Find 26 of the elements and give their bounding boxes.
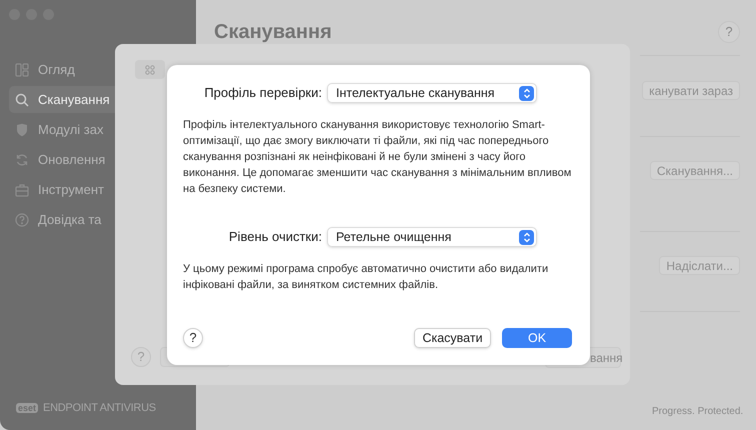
help-button[interactable]: ? [131, 347, 151, 367]
page-title: Сканування [214, 20, 332, 45]
field-label: Профіль перевірки: [203, 84, 322, 102]
dashboard-icon [15, 62, 29, 76]
dropdown[interactable]: Ретельне очищення [327, 227, 537, 247]
shield-icon [15, 122, 29, 136]
scan-now-button[interactable]: канувати зараз [642, 81, 740, 100]
dropdown[interactable]: Інтелектуальне сканування [327, 83, 537, 103]
scan-button[interactable]: Сканування... [650, 161, 740, 180]
ok-button[interactable]: OK [502, 328, 572, 348]
cancel-button[interactable]: Скасувати [414, 328, 491, 348]
help-icon [15, 212, 29, 226]
product-name: ENDPOINT ANTIVIRUS [43, 400, 156, 416]
help-button[interactable]: ? [718, 21, 740, 43]
help-button[interactable]: ? [183, 328, 203, 348]
description: У цьому режимі програма спробує автоматично очистити або видалити інфіковані файли, за винятком системних файлів. [183, 262, 550, 293]
field-label: Рівень очистки: [228, 228, 322, 246]
slogan: Progress. Protected. [652, 405, 744, 419]
chevron-icon [519, 230, 534, 244]
description: Профіль інтелектуального сканування використовує технологію Smart-оптимізації, що дає змогу виключати ті файли, які під час попереднього сканування розпізнані як неінфіковані й не були змінені з часу його виконання. Це допомагає зменшити час сканування з мінімальним впливом на безпеку системи. [183, 118, 572, 197]
search-icon [15, 92, 29, 106]
briefcase-icon [15, 182, 29, 196]
refresh-icon [15, 152, 29, 166]
chevron-icon [519, 86, 534, 100]
submit-button[interactable]: Надіслати... [659, 256, 740, 275]
grid-icon[interactable] [135, 60, 165, 79]
